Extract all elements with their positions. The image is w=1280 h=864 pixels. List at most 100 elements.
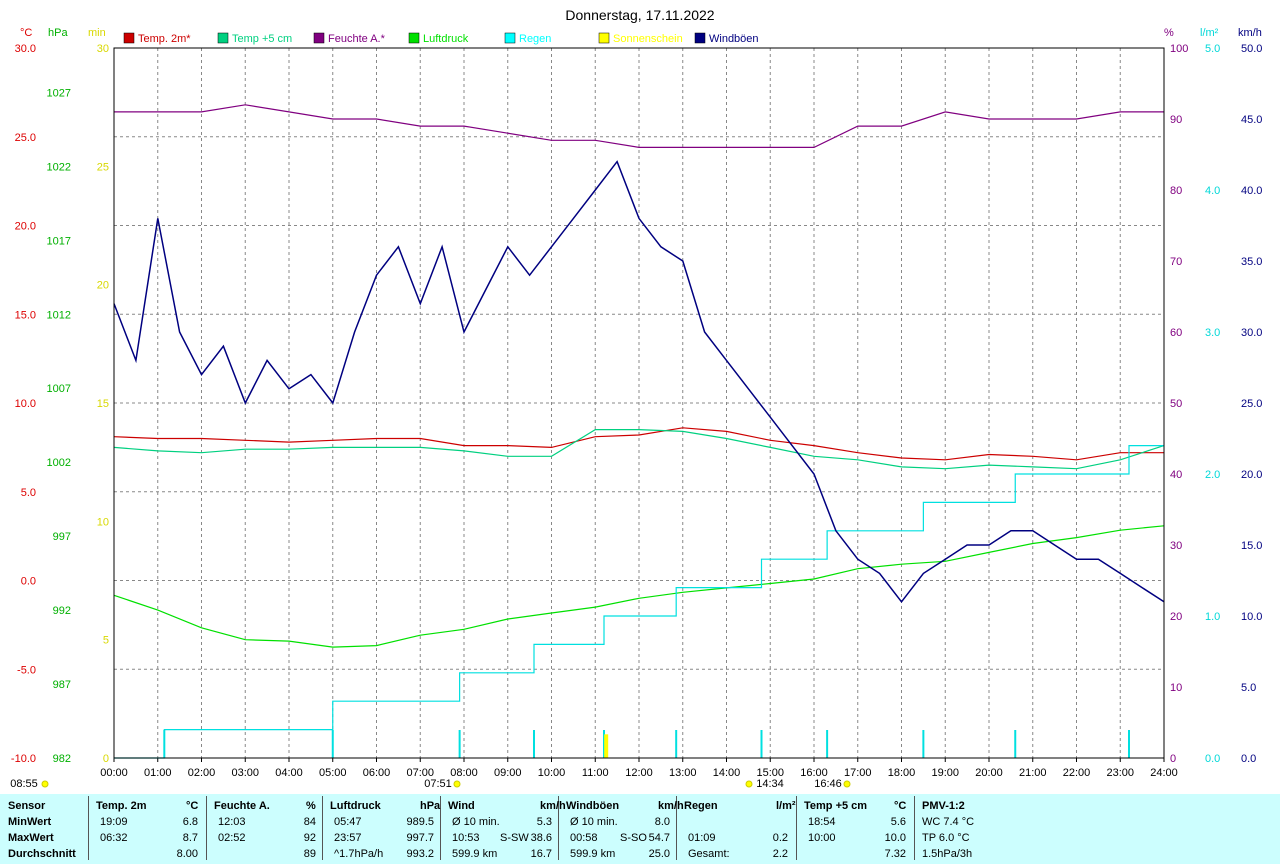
temp-tick-label: 15.0 bbox=[15, 309, 36, 321]
column-separator bbox=[322, 796, 323, 860]
wind-value: 38.6 bbox=[530, 832, 552, 844]
sunshine-tick-label: 5 bbox=[103, 635, 109, 647]
pressure-tick-label: 992 bbox=[53, 605, 71, 617]
luftdruck-time: 23:57 bbox=[334, 832, 362, 844]
stats-header-unit: km/h bbox=[540, 800, 566, 812]
stats-row-label: Durchschnitt bbox=[8, 848, 76, 860]
sunshine-unit: min bbox=[88, 27, 106, 39]
legend-label: Temp +5 cm bbox=[232, 33, 292, 45]
stats-header-label: Regen bbox=[684, 800, 718, 812]
sunshine-bar bbox=[604, 734, 609, 758]
x-tick-label: 17:00 bbox=[844, 767, 872, 779]
wind-tick-label: 50.0 bbox=[1241, 43, 1262, 55]
wind-tick-label: 40.0 bbox=[1241, 185, 1262, 197]
x-tick-label: 10:00 bbox=[538, 767, 566, 779]
pressure-tick-label: 1022 bbox=[47, 161, 71, 173]
legend-label: Feuchte A.* bbox=[328, 33, 386, 45]
day-length-label: 08:55 bbox=[10, 778, 38, 790]
temp-tick-label: 5.0 bbox=[21, 487, 36, 499]
x-axis: 00:00 01:00 02:00 03:00 04:00 05:00 06:00 07:00… bbox=[10, 758, 1178, 790]
temp5-time: 10:00 bbox=[808, 832, 836, 844]
x-tick-label: 06:00 bbox=[363, 767, 391, 779]
column-separator bbox=[206, 796, 207, 860]
x-tick-label: 19:00 bbox=[931, 767, 959, 779]
x-tick-label: 00:00 bbox=[100, 767, 128, 779]
pressure-tick-label: 1027 bbox=[47, 87, 71, 99]
stats-header-label: Luftdruck bbox=[330, 800, 381, 812]
legend: Temp. 2m* Temp +5 cm Feuchte A.* Luftdruck R… bbox=[123, 32, 759, 45]
stats-header-unit: hPa bbox=[420, 800, 441, 812]
legend-swatch bbox=[408, 32, 420, 44]
day-length-icon bbox=[41, 780, 49, 788]
humidity-tick-label: 50 bbox=[1170, 398, 1182, 410]
wind-value: 16.7 bbox=[530, 848, 552, 860]
solar-noon-icon bbox=[745, 780, 753, 788]
pressure-tick-label: 997 bbox=[53, 531, 71, 543]
luftdruck-value: 993.2 bbox=[406, 848, 434, 860]
stats-header-unit: °C bbox=[894, 800, 907, 812]
boeen-time: 00:58 bbox=[570, 832, 598, 844]
feuchte-value: 92 bbox=[303, 832, 316, 844]
wind-tick-label: 10.0 bbox=[1241, 611, 1262, 623]
pressure-unit: hPa bbox=[48, 27, 68, 39]
sunset-icon bbox=[843, 780, 851, 788]
stats-header-unit: l/m² bbox=[776, 800, 796, 812]
sunshine-tick-label: 20 bbox=[97, 280, 109, 292]
x-tick-label: 23:00 bbox=[1106, 767, 1134, 779]
temp-tick-label: 0.0 bbox=[21, 576, 36, 588]
temp5-value: 10.0 bbox=[884, 832, 906, 844]
luftdruck-time: 05:47 bbox=[334, 816, 362, 828]
stats-header-unit: km/h bbox=[658, 800, 684, 812]
x-tick-label: 20:00 bbox=[975, 767, 1003, 779]
temp-tick-label: -10.0 bbox=[11, 753, 36, 765]
x-tick-label: 09:00 bbox=[494, 767, 522, 779]
temp5-value: 7.32 bbox=[884, 848, 906, 860]
left-axes: 30.0 25.0 20.0 15.0 10.0 5.0 0.0 -5.0 -10.0 1027 1… bbox=[11, 43, 109, 765]
feuchte-value: 84 bbox=[303, 816, 316, 828]
wind-time: 10:53 bbox=[452, 832, 480, 844]
humidity-tick-label: 100 bbox=[1170, 43, 1188, 55]
pressure-tick-label: 1007 bbox=[47, 383, 71, 395]
stats-header-label: Temp. 2m bbox=[96, 800, 147, 812]
pressure-tick-label: 1002 bbox=[47, 457, 71, 469]
x-tick-label: 18:00 bbox=[888, 767, 916, 779]
luftdruck-value: 989.5 bbox=[406, 816, 434, 828]
wind-time: Ø 10 min. bbox=[452, 816, 500, 828]
legend-label: Windböen bbox=[709, 33, 759, 45]
legend-swatch bbox=[217, 32, 229, 44]
stats-row-label: MinWert bbox=[8, 816, 52, 828]
x-tick-label: 12:00 bbox=[625, 767, 653, 779]
legend-label: Luftdruck bbox=[423, 33, 469, 45]
x-tick-label: 02:00 bbox=[188, 767, 216, 779]
humidity-tick-label: 70 bbox=[1170, 256, 1182, 268]
humidity-unit: % bbox=[1164, 27, 1174, 39]
temp2m-value: 6.8 bbox=[182, 816, 198, 828]
x-tick-label: 22:00 bbox=[1063, 767, 1091, 779]
feuchte-time: 02:52 bbox=[218, 832, 246, 844]
humidity-tick-label: 30 bbox=[1170, 540, 1182, 552]
temp2m-value: 8.7 bbox=[182, 832, 198, 844]
temp-tick-label: 10.0 bbox=[15, 398, 36, 410]
regen-value: 0.2 bbox=[772, 832, 788, 844]
humidity-tick-label: 0 bbox=[1170, 753, 1176, 765]
humidity-tick-label: 10 bbox=[1170, 682, 1182, 694]
stats-header-label: Feuchte A. bbox=[214, 800, 270, 812]
rain-unit: l/m² bbox=[1200, 27, 1219, 39]
wind-tick-label: 25.0 bbox=[1241, 398, 1262, 410]
column-separator bbox=[88, 796, 89, 860]
x-tick-label: 05:00 bbox=[319, 767, 347, 779]
rain-tick-label: 3.0 bbox=[1205, 327, 1220, 339]
humidity-tick-label: 90 bbox=[1170, 114, 1182, 126]
regen-time: Gesamt: bbox=[688, 848, 730, 860]
statistics-panel: Sensor Temp. 2m °C Feuchte A.% Luftdruck hPa W… bbox=[0, 794, 1280, 864]
column-separator bbox=[796, 796, 797, 860]
rain-tick-label: 1.0 bbox=[1205, 611, 1220, 623]
temp-tick-label: -5.0 bbox=[17, 664, 36, 676]
stats-header-unit: °C bbox=[186, 800, 199, 812]
temp5-time: 18:54 bbox=[808, 816, 836, 828]
x-tick-label: 21:00 bbox=[1019, 767, 1047, 779]
temp-tick-label: 20.0 bbox=[15, 221, 36, 233]
x-tick-label: 04:00 bbox=[275, 767, 303, 779]
stats-header-label: Windböen bbox=[566, 800, 620, 812]
pmv-value: TP 6.0 °C bbox=[922, 832, 970, 844]
